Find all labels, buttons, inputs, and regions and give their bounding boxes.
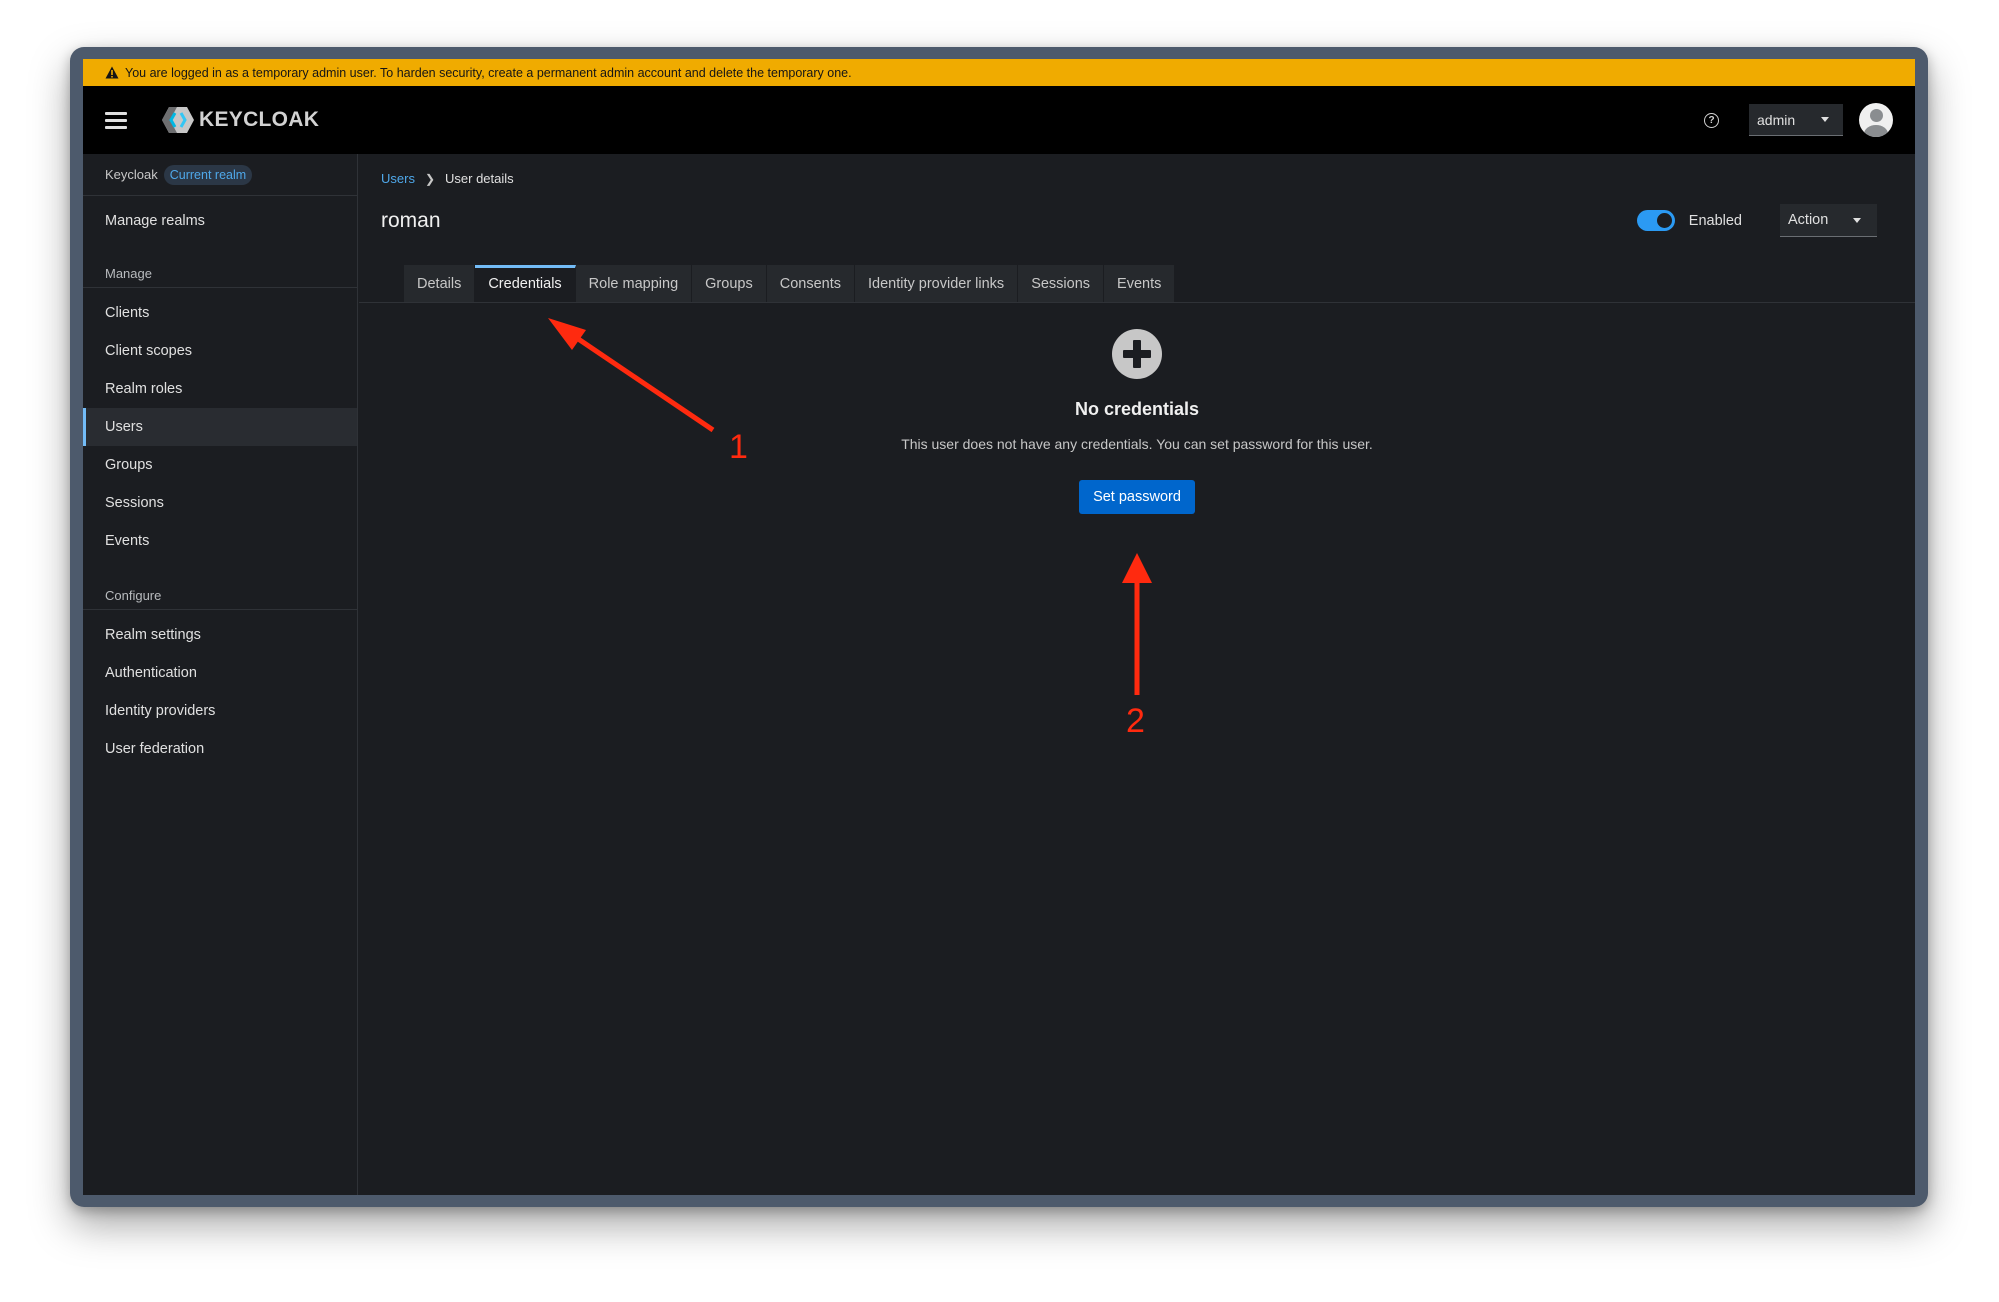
breadcrumb-current: User details	[445, 171, 514, 186]
annotation-label-2: 2	[1126, 702, 1145, 740]
sidebar-item-events[interactable]: Events	[83, 522, 357, 560]
sidebar-item-authentication[interactable]: Authentication	[83, 654, 357, 692]
caret-down-icon	[1821, 117, 1829, 122]
user-tabs: Details Credentials Role mapping Groups …	[404, 265, 1176, 302]
tab-sessions[interactable]: Sessions	[1018, 265, 1105, 302]
warning-icon	[105, 66, 119, 79]
logo-text: KEYCLOAK	[199, 108, 320, 131]
sidebar-item-identity-providers[interactable]: Identity providers	[83, 692, 357, 730]
current-realm-badge: Current realm	[163, 164, 253, 185]
tab-details[interactable]: Details	[404, 265, 476, 302]
action-dropdown-label: Action	[1788, 212, 1829, 228]
banner-text: You are logged in as a temporary admin u…	[125, 65, 852, 80]
realm-name: Keycloak	[105, 167, 158, 182]
annotation-label-1: 1	[729, 428, 748, 466]
sidebar-item-sessions[interactable]: Sessions	[83, 484, 357, 522]
set-password-button[interactable]: Set password	[1079, 480, 1195, 514]
app-screen: You are logged in as a temporary admin u…	[83, 59, 1915, 1195]
caret-down-icon	[1853, 217, 1861, 223]
sidebar-item-realm-settings[interactable]: Realm settings	[83, 616, 357, 654]
tab-role-mapping[interactable]: Role mapping	[575, 265, 693, 302]
breadcrumb-users-link[interactable]: Users	[381, 171, 415, 186]
sidebar-item-clients[interactable]: Clients	[83, 294, 357, 332]
user-menu-label: admin	[1757, 111, 1796, 128]
keycloak-logo[interactable]: KEYCLOAK	[161, 106, 319, 134]
masthead: KEYCLOAK ? admin	[83, 86, 1915, 154]
window-frame: You are logged in as a temporary admin u…	[70, 47, 1928, 1207]
temporary-admin-banner: You are logged in as a temporary admin u…	[83, 59, 1915, 86]
realm-selector[interactable]: Keycloak Current realm	[83, 154, 357, 196]
tab-groups[interactable]: Groups	[692, 265, 767, 302]
avatar[interactable]	[1859, 103, 1893, 137]
enabled-toggle[interactable]	[1636, 210, 1675, 231]
tabs-divider	[359, 302, 1915, 303]
sidebar: Keycloak Current realm Manage realms Man…	[83, 154, 358, 1195]
sidebar-item-realm-roles[interactable]: Realm roles	[83, 370, 357, 408]
enabled-label: Enabled	[1688, 212, 1742, 229]
empty-state: No credentials This user does not have a…	[359, 329, 1915, 514]
keycloak-logo-icon	[162, 107, 194, 133]
hamburger-menu-icon[interactable]	[105, 111, 127, 129]
sidebar-item-users[interactable]: Users	[83, 408, 357, 446]
chevron-right-icon: ❯	[424, 171, 436, 186]
tab-credentials[interactable]: Credentials	[475, 265, 576, 302]
help-icon[interactable]: ?	[1704, 112, 1719, 128]
tab-events[interactable]: Events	[1104, 265, 1176, 302]
action-dropdown[interactable]: Action	[1780, 204, 1877, 237]
breadcrumb: Users ❯ User details	[381, 171, 514, 186]
main-content: Users ❯ User details roman Enabled Actio…	[359, 154, 1915, 1195]
user-menu-dropdown[interactable]: admin	[1749, 104, 1843, 136]
sidebar-item-user-federation[interactable]: User federation	[83, 730, 357, 768]
sidebar-item-groups[interactable]: Groups	[83, 446, 357, 484]
sidebar-item-manage-realms[interactable]: Manage realms	[83, 202, 357, 240]
sidebar-item-client-scopes[interactable]: Client scopes	[83, 332, 357, 370]
empty-state-body: This user does not have any credentials.…	[901, 436, 1373, 452]
empty-state-title: No credentials	[1074, 399, 1200, 419]
tab-identity-provider-links[interactable]: Identity provider links	[854, 265, 1019, 302]
sidebar-section-configure: Configure	[83, 574, 357, 610]
page-title: roman	[381, 209, 441, 232]
sidebar-section-manage: Manage	[83, 252, 357, 288]
tab-consents[interactable]: Consents	[766, 265, 855, 302]
plus-circle-icon	[1112, 329, 1162, 379]
